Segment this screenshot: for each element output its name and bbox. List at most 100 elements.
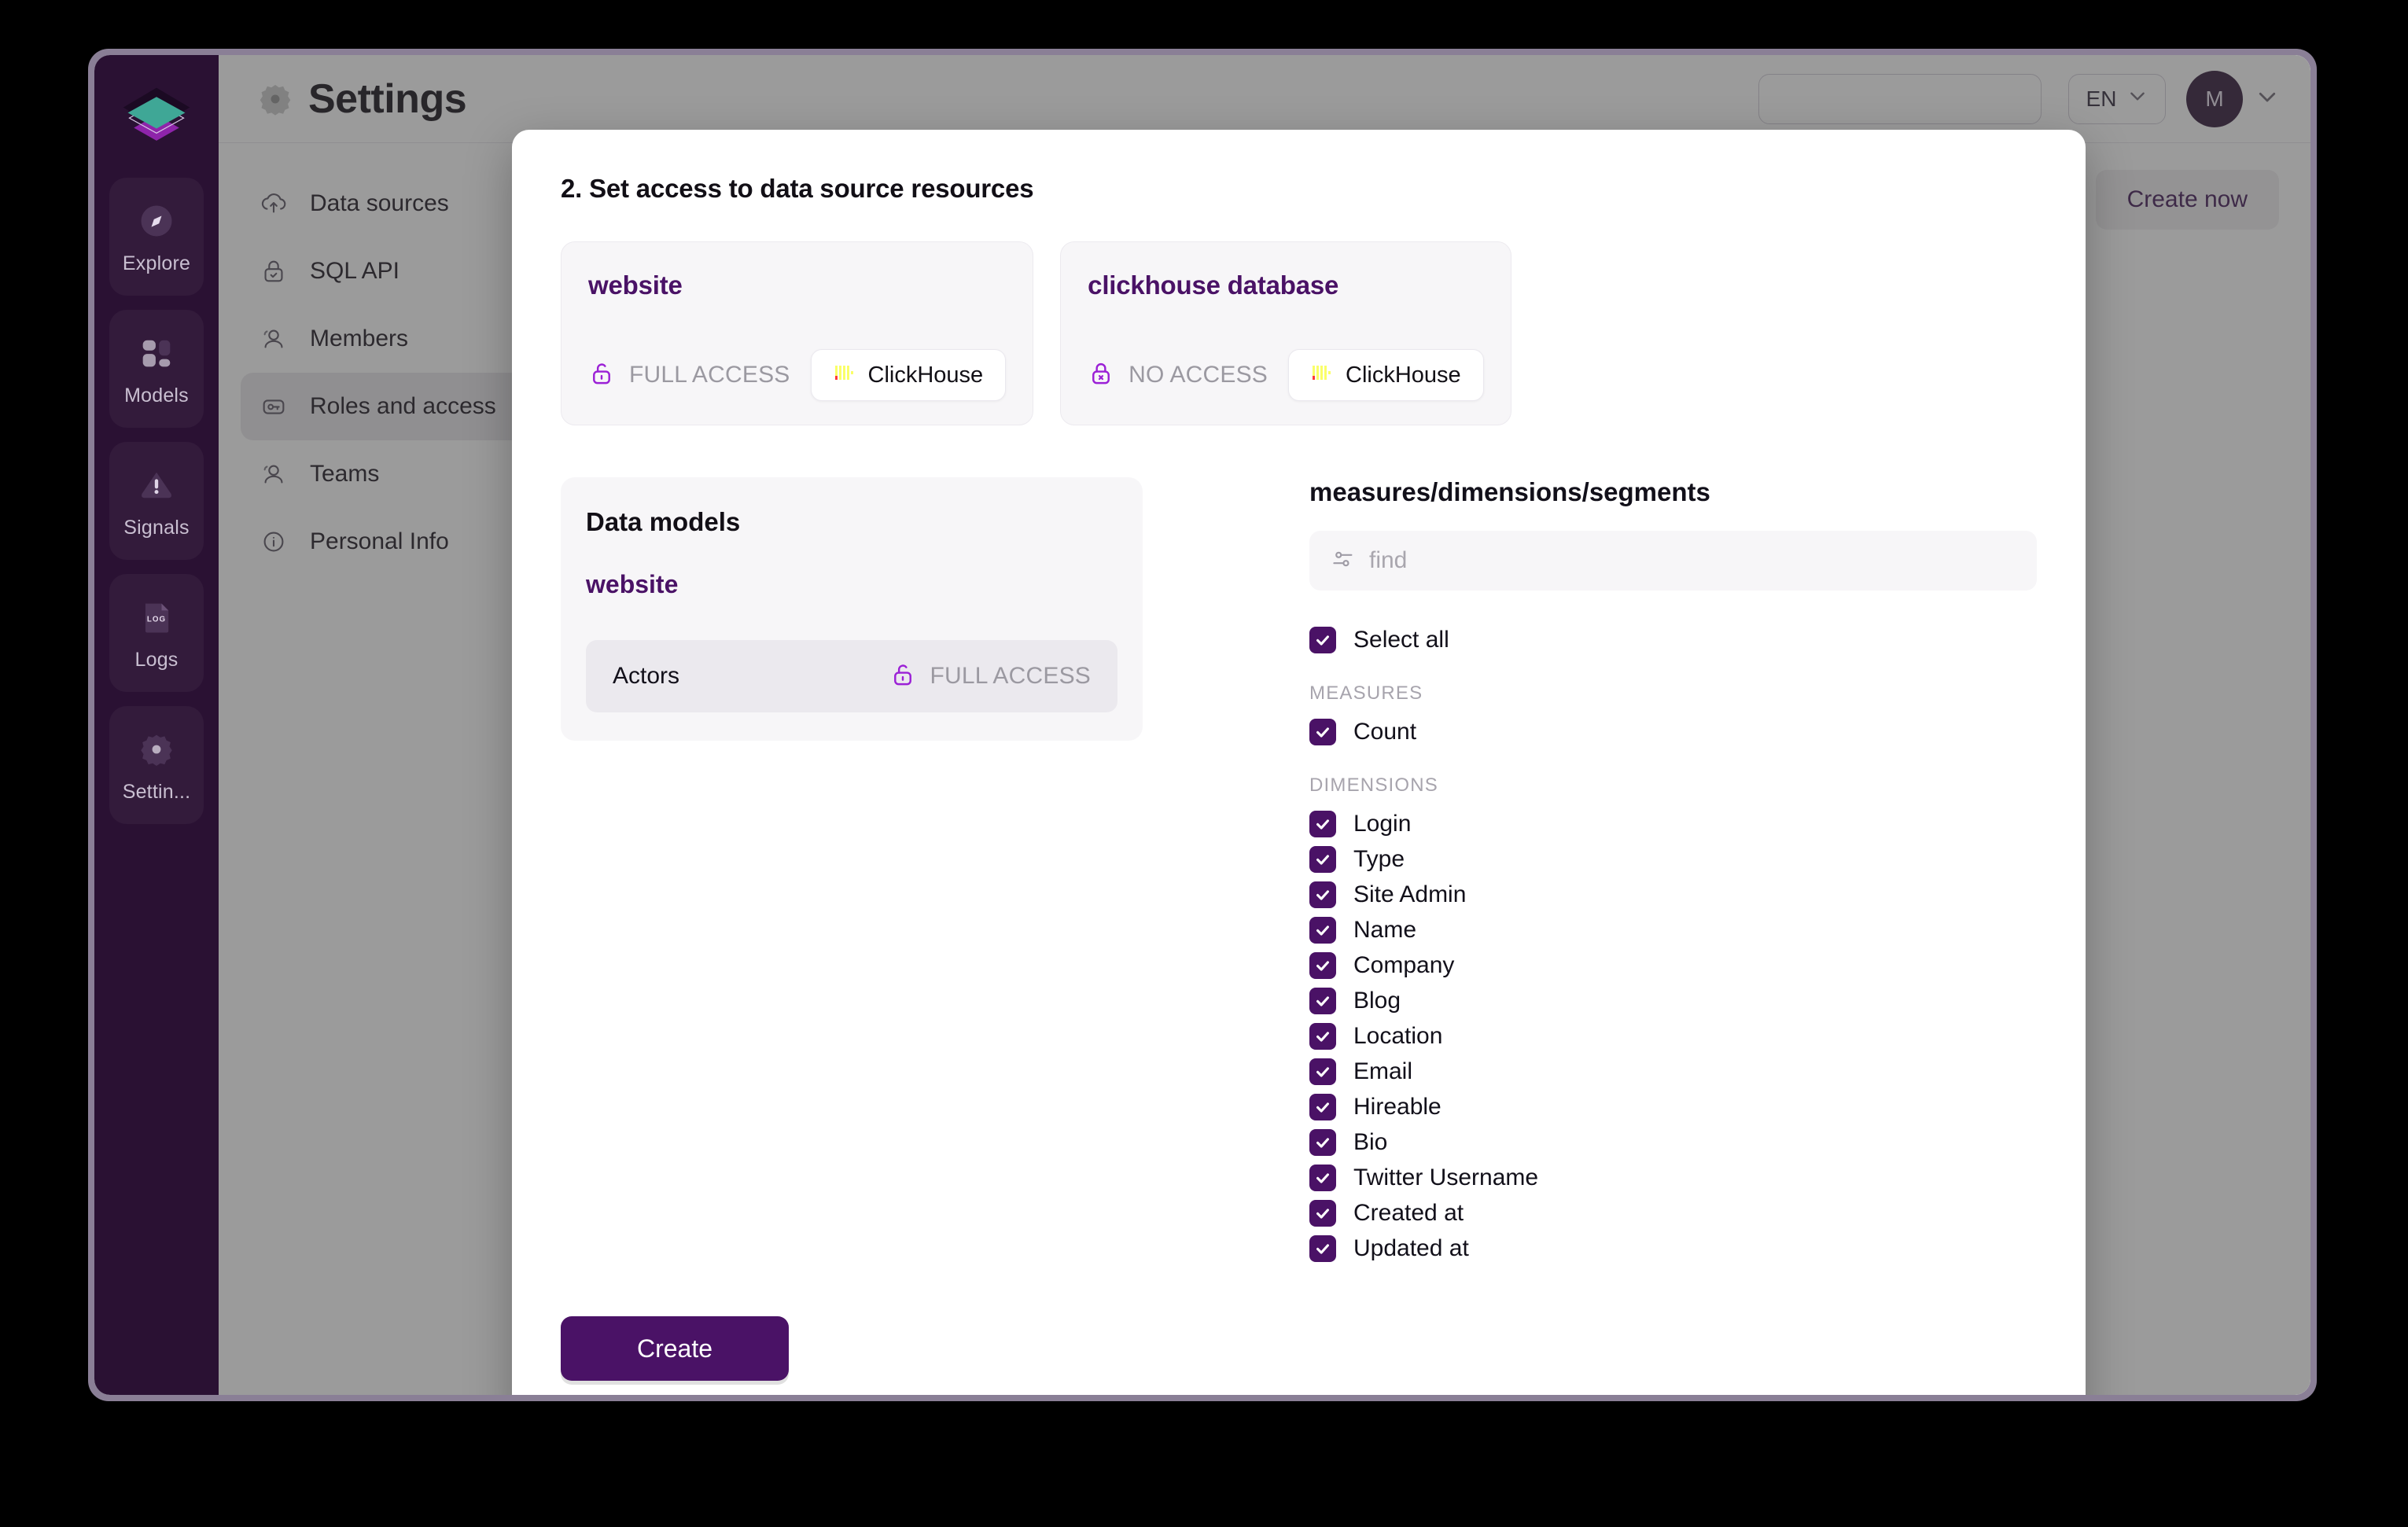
rail-item-label: Logs (134, 648, 179, 671)
fields-panel-title: measures/dimensions/segments (1309, 477, 1710, 506)
access-status-badge[interactable]: FULL ACCESS (588, 360, 790, 391)
list-item[interactable]: Updated at (1309, 1231, 2037, 1266)
list-item[interactable]: Site Admin (1309, 877, 2037, 912)
checkbox[interactable] (1309, 1058, 1336, 1085)
checkbox[interactable] (1309, 987, 1336, 1014)
connector-label: ClickHouse (1346, 362, 1461, 388)
connector-chip[interactable]: ClickHouse (810, 349, 1007, 401)
list-item[interactable]: Bio (1309, 1124, 2037, 1160)
find-input[interactable] (1369, 547, 2015, 574)
compass-icon (134, 199, 179, 243)
group-heading-measures: MEASURES (1309, 683, 1423, 704)
gear-icon (134, 727, 179, 771)
checkbox[interactable] (1309, 916, 1336, 944)
select-all-checkbox-row[interactable]: Select all (1309, 622, 2037, 657)
list-item-label: Company (1353, 951, 1455, 978)
browser-window: Explore Models Signals LOG Logs Settin..… (88, 49, 2317, 1401)
rail-item-settings[interactable]: Settin... (109, 706, 204, 824)
checkbox[interactable] (1309, 1164, 1336, 1191)
data-source-name: clickhouse database (1088, 270, 1339, 300)
list-item-label: Count (1353, 718, 1417, 745)
unlock-icon (889, 661, 916, 692)
data-model-name: Actors (613, 663, 680, 689)
filter-sliders-icon (1331, 547, 1355, 575)
rail-item-signals[interactable]: Signals (109, 442, 204, 560)
list-item[interactable]: Twitter Username (1309, 1160, 2037, 1195)
access-status-badge[interactable]: NO ACCESS (1088, 360, 1268, 391)
list-item-label: Blog (1353, 987, 1401, 1014)
select-all-label: Select all (1353, 626, 1449, 653)
stacked-layers-logo[interactable] (112, 75, 201, 164)
checkbox[interactable] (1309, 1128, 1336, 1156)
checkbox[interactable] (1309, 1093, 1336, 1120)
create-button[interactable]: Create (561, 1316, 789, 1381)
data-models-panel: Data models website Actors FULL ACCESS (561, 477, 1143, 741)
checkbox[interactable] (1309, 845, 1336, 873)
list-item[interactable]: Email (1309, 1054, 2037, 1089)
data-models-title: Data models (586, 507, 741, 536)
list-item-label: Name (1353, 916, 1417, 943)
alert-triangle-icon (134, 463, 179, 507)
checkbox[interactable] (1309, 951, 1336, 979)
list-item[interactable]: Hireable (1309, 1089, 2037, 1124)
data-source-card[interactable]: clickhouse database NO ACCESS ClickHouse (1060, 241, 1511, 425)
data-source-name: website (588, 270, 683, 300)
unlock-icon (588, 360, 615, 391)
list-item-label: Twitter Username (1353, 1164, 1539, 1190)
connector-chip[interactable]: ClickHouse (1288, 349, 1484, 401)
list-item[interactable]: Company (1309, 947, 2037, 983)
list-item-label: Email (1353, 1058, 1413, 1084)
list-item[interactable]: Login (1309, 806, 2037, 841)
clickhouse-logo (834, 362, 854, 388)
checkbox[interactable] (1309, 1199, 1336, 1227)
modal-step-title: 2. Set access to data source resources (561, 174, 1034, 203)
checkbox[interactable] (1309, 810, 1336, 837)
list-item-label: Location (1353, 1022, 1443, 1049)
lock-x-icon (1088, 360, 1114, 391)
access-status-badge[interactable]: FULL ACCESS (889, 661, 1092, 692)
list-item-label: Hireable (1353, 1093, 1441, 1120)
rail-item-models[interactable]: Models (109, 310, 204, 428)
blocks-icon (134, 331, 179, 375)
list-item[interactable]: Type (1309, 841, 2037, 877)
data-source-card-footer: NO ACCESS ClickHouse (1088, 349, 1484, 401)
modal-body-columns: Data models website Actors FULL ACCESS m… (561, 477, 2037, 1266)
data-models-source-name[interactable]: website (586, 570, 1117, 599)
fields-panel: measures/dimensions/segments find Select… (1143, 477, 2037, 1266)
set-access-modal: 2. Set access to data source resources w… (512, 130, 2086, 1395)
checkbox[interactable] (1309, 718, 1336, 745)
list-item[interactable]: Location (1309, 1018, 2037, 1054)
log-file-icon: LOG (134, 595, 179, 639)
list-item[interactable]: Name (1309, 912, 2037, 947)
list-item-label: Site Admin (1353, 881, 1467, 907)
list-item[interactable]: Count (1309, 714, 2037, 749)
data-source-card-list: website FULL ACCESS ClickHouse clickhous… (561, 241, 2037, 425)
rail-item-label: Explore (122, 252, 191, 274)
data-source-card[interactable]: website FULL ACCESS ClickHouse (561, 241, 1034, 425)
access-status-label: FULL ACCESS (629, 362, 790, 388)
list-item[interactable]: Created at (1309, 1195, 2037, 1231)
measures-list: Count (1309, 714, 2037, 749)
access-status-label: NO ACCESS (1129, 362, 1268, 388)
list-item[interactable]: Blog (1309, 983, 2037, 1018)
clickhouse-logo (1311, 362, 1331, 388)
group-heading-dimensions: DIMENSIONS (1309, 775, 1439, 796)
list-item-label: Updated at (1353, 1234, 1469, 1261)
rail-item-label: Models (124, 384, 189, 407)
find-field[interactable] (1309, 531, 2037, 591)
connector-label: ClickHouse (867, 362, 984, 388)
checkbox[interactable] (1309, 881, 1336, 908)
data-source-card-footer: FULL ACCESS ClickHouse (588, 349, 1007, 401)
primary-rail: Explore Models Signals LOG Logs Settin..… (94, 55, 219, 1395)
rail-item-explore[interactable]: Explore (109, 178, 204, 296)
list-item-label: Login (1353, 810, 1412, 837)
data-model-row[interactable]: Actors FULL ACCESS (586, 640, 1117, 712)
checkbox[interactable] (1309, 626, 1336, 653)
checkbox[interactable] (1309, 1234, 1336, 1262)
list-item-label: Bio (1353, 1128, 1388, 1155)
rail-item-logs[interactable]: LOG Logs (109, 574, 204, 692)
checkbox[interactable] (1309, 1022, 1336, 1050)
rail-item-label: Signals (123, 516, 190, 539)
svg-text:LOG: LOG (147, 615, 166, 624)
dimensions-list: Login Type Site Admin Name Company Blog … (1309, 806, 2037, 1266)
